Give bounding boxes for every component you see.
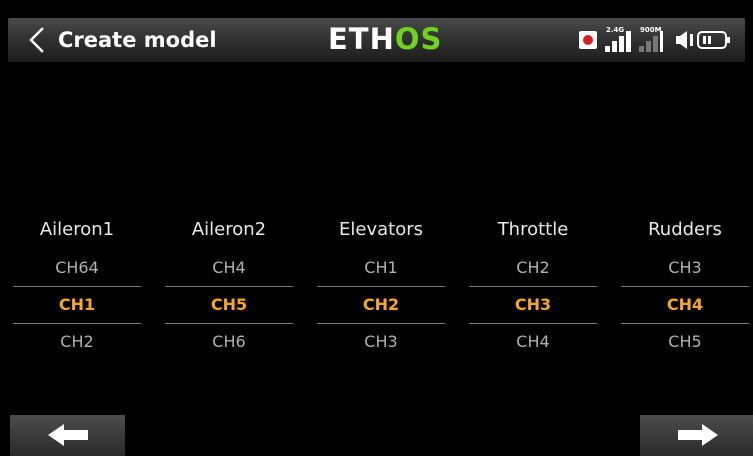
- page-title: Create model: [58, 28, 217, 52]
- channel-column-elevators: Elevators CH1 CH2 CH3: [317, 210, 445, 360]
- column-label: Aileron1: [39, 219, 115, 240]
- channel-option-next[interactable]: CH6: [165, 324, 293, 360]
- channel-option-prev[interactable]: CH3: [621, 250, 749, 286]
- signal-900m-icon: 900M: [635, 26, 675, 54]
- channel-column-aileron2: Aileron2 CH4 CH5 CH6: [165, 210, 293, 360]
- column-label: Rudders: [648, 219, 722, 240]
- channel-option-next[interactable]: CH2: [13, 324, 141, 360]
- speaker-icon: [676, 31, 693, 49]
- channel-column-rudders: Rudders CH3 CH4 CH5: [621, 210, 749, 360]
- channel-selected[interactable]: CH4: [621, 286, 749, 324]
- rx1-label: 2.4G: [606, 26, 625, 34]
- channel-option-next[interactable]: CH3: [317, 324, 445, 360]
- column-label: Throttle: [497, 219, 569, 240]
- channel-selected[interactable]: CH2: [317, 286, 445, 324]
- channel-option-prev[interactable]: CH4: [165, 250, 293, 286]
- screen: Create model ETHOS 2.4G 900M Aileron1 CH…: [0, 0, 753, 456]
- arrow-right-icon: [678, 424, 718, 446]
- column-label: Aileron2: [191, 219, 267, 240]
- channel-selected[interactable]: CH1: [13, 286, 141, 324]
- next-page-button[interactable]: [640, 415, 753, 456]
- chevron-left-icon: [29, 27, 44, 53]
- channel-column-aileron1: Aileron1 CH64 CH1 CH2: [13, 210, 141, 360]
- channel-option-prev[interactable]: CH1: [317, 250, 445, 286]
- channel-selected[interactable]: CH5: [165, 286, 293, 324]
- channel-option-prev[interactable]: CH2: [469, 250, 597, 286]
- ethos-logo: ETHOS: [328, 22, 442, 56]
- status-bar: 2.4G 900M: [577, 24, 737, 56]
- header-bar: Create model ETHOS 2.4G 900M: [8, 18, 745, 62]
- channel-option-next[interactable]: CH5: [621, 324, 749, 360]
- channel-column-throttle: Throttle CH2 CH3 CH4: [469, 210, 597, 360]
- rx2-label: 900M: [640, 26, 662, 34]
- logo-prefix: ETH: [328, 22, 395, 56]
- record-icon: [579, 31, 597, 49]
- back-button[interactable]: [22, 24, 52, 56]
- column-label: Elevators: [339, 219, 423, 240]
- channel-selected[interactable]: CH3: [469, 286, 597, 324]
- channel-option-prev[interactable]: CH64: [13, 250, 141, 286]
- arrow-left-icon: [48, 424, 88, 446]
- previous-page-button[interactable]: [10, 415, 125, 456]
- channel-option-next[interactable]: CH4: [469, 324, 597, 360]
- logo-highlight: OS: [394, 22, 443, 56]
- battery-icon: [697, 31, 730, 49]
